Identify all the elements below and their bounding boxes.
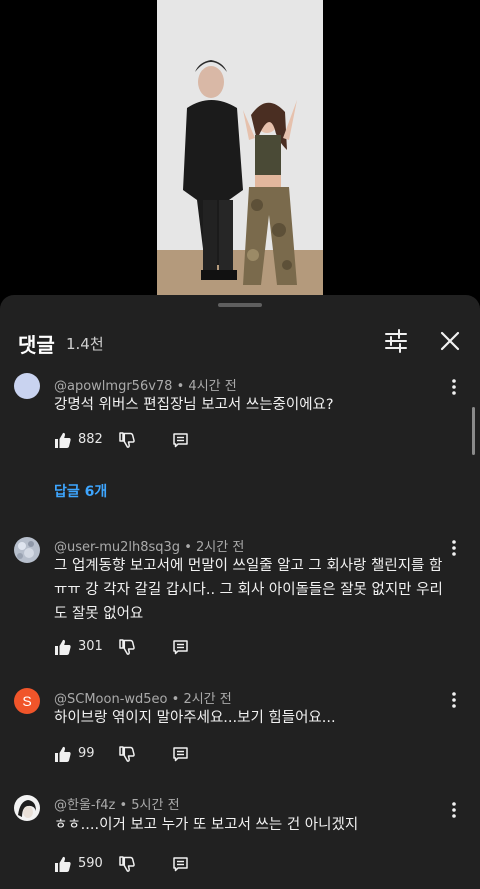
comment-author[interactable]: @apowlmgr56v78	[54, 379, 172, 394]
video-player[interactable]	[0, 0, 480, 300]
like-icon[interactable]	[54, 745, 72, 763]
meta-separator: •	[171, 692, 180, 707]
dislike-icon[interactable]	[118, 745, 136, 763]
video-image	[157, 0, 323, 295]
filter-icon[interactable]	[382, 327, 410, 355]
drag-handle[interactable]	[218, 303, 262, 307]
avatar[interactable]	[14, 373, 40, 399]
comments-sheet: 댓글 1.4천 @apowlmgr56v78 • 4시간 전 강명석 위버스 편…	[0, 295, 480, 889]
comment-text-line: ㅠㅠ 강 각자 갈길 갑시다.. 그 회사 아이돌들은 잘못 없지만 우리	[54, 582, 443, 598]
avatar-letter: S	[22, 693, 32, 709]
reply-icon[interactable]	[172, 432, 189, 449]
meta-separator: •	[119, 798, 128, 813]
view-replies-link[interactable]: 답글 6개	[54, 481, 107, 501]
like-count: 99	[78, 746, 95, 761]
comment-time: 2시간 전	[183, 692, 232, 707]
comment-time: 2시간 전	[196, 540, 245, 555]
comment-author[interactable]: @한울-f4z	[54, 798, 115, 813]
like-count: 882	[78, 432, 103, 447]
comment-author[interactable]: @SCMoon-wd5eo	[54, 692, 168, 707]
comment-item: @apowlmgr56v78 • 4시간 전 강명석 위버스 편집장님 보고서 …	[0, 369, 480, 519]
comment-text: 하이브랑 엮이지 말아주세요...보기 힘들어요...	[54, 710, 336, 726]
reply-icon[interactable]	[172, 856, 189, 873]
meta-separator: •	[176, 379, 185, 394]
comment-actions: 590	[54, 855, 254, 877]
comment-text: ㅎㅎ....이거 보고 누가 또 보고서 쓰는 건 아니겠지	[54, 817, 359, 833]
comment-text-line: 도 잘못 없어요	[54, 606, 144, 622]
avatar[interactable]	[14, 795, 40, 821]
comment-author[interactable]: @user-mu2lh8sq3g	[54, 540, 180, 555]
comment-item: @user-mu2lh8sq3g • 2시간 전 그 업계동향 보고서에 먼말이…	[0, 535, 480, 655]
comment-item: @한울-f4z • 5시간 전 ㅎㅎ....이거 보고 누가 또 보고서 쓰는 …	[0, 795, 480, 885]
dislike-icon[interactable]	[118, 638, 136, 656]
reply-icon[interactable]	[172, 746, 189, 763]
dislike-icon[interactable]	[118, 855, 136, 873]
comment-actions: 301	[54, 638, 254, 660]
comments-header: 댓글 1.4천	[0, 319, 480, 365]
comments-count: 1.4천	[66, 335, 104, 353]
comment-actions: 99	[54, 745, 254, 767]
comment-text-line: 그 업계동향 보고서에 먼말이 쓰일줄 알고 그 회사랑 챌린지를 함	[54, 558, 443, 574]
close-icon[interactable]	[436, 327, 464, 355]
meta-separator: •	[184, 540, 192, 555]
avatar-image	[14, 537, 40, 563]
like-icon[interactable]	[54, 855, 72, 873]
comment-text: 그 업계동향 보고서에 먼말이 쓰일줄 알고 그 회사랑 챌린지를 함 ㅠㅠ 강…	[54, 554, 464, 626]
like-count: 301	[78, 639, 103, 654]
like-icon[interactable]	[54, 431, 72, 449]
video-thumbnail	[157, 0, 323, 295]
comment-actions: 882	[54, 431, 254, 453]
avatar[interactable]: S	[14, 688, 40, 714]
comments-title: 댓글	[18, 333, 55, 357]
dislike-icon[interactable]	[118, 431, 136, 449]
comment-time: 4시간 전	[188, 379, 237, 394]
like-count: 590	[78, 856, 103, 871]
comment-item: S @SCMoon-wd5eo • 2시간 전 하이브랑 엮이지 말아주세요..…	[0, 688, 480, 768]
like-icon[interactable]	[54, 638, 72, 656]
comment-time: 5시간 전	[131, 798, 180, 813]
reply-icon[interactable]	[172, 639, 189, 656]
comment-text: 강명석 위버스 편집장님 보고서 쓰는중이에요?	[54, 397, 334, 413]
avatar-image	[14, 795, 40, 821]
avatar[interactable]	[14, 537, 40, 563]
